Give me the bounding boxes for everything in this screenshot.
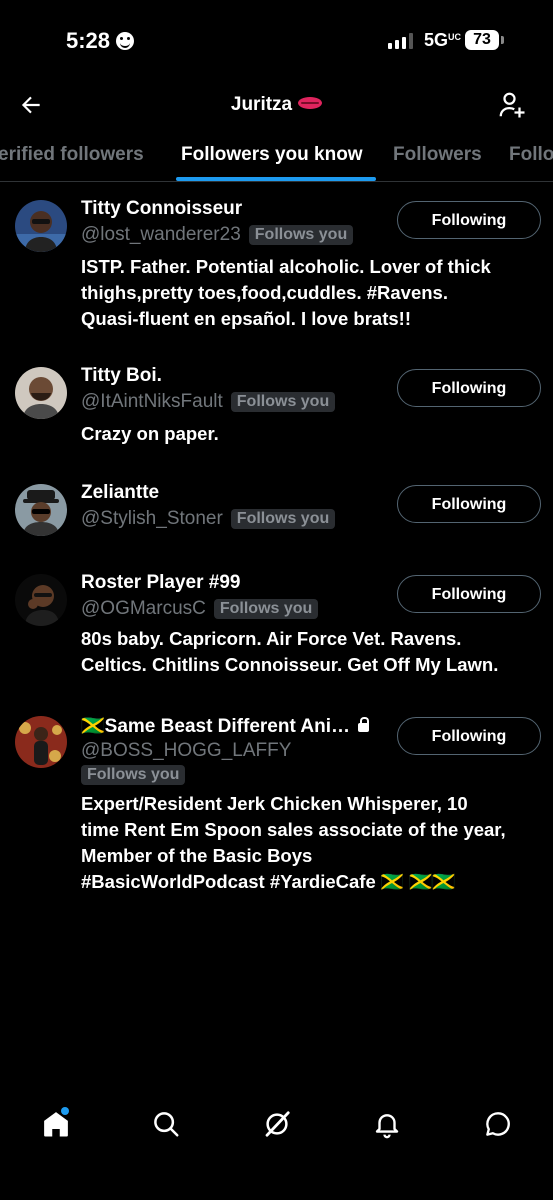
network-text: 5G xyxy=(424,30,449,50)
bio-line: Crazy on paper. xyxy=(81,423,219,444)
user-handle[interactable]: @ItAintNiksFault Follows you xyxy=(81,391,336,413)
user-name[interactable]: Titty Boi. xyxy=(81,365,162,387)
tab-following[interactable]: Follo xyxy=(509,144,553,166)
user-handle-text: @lost_wanderer23 xyxy=(81,224,241,245)
user-name[interactable]: Roster Player #99 xyxy=(81,572,241,594)
user-name-text: Same Beast Different Ani… xyxy=(104,716,350,737)
network-label: 5GUC xyxy=(424,30,461,51)
avatar[interactable] xyxy=(15,484,67,536)
user-handle[interactable]: @OGMarcusC Follows you xyxy=(81,598,319,620)
follows-you-badge: Follows you xyxy=(230,392,336,412)
following-button[interactable]: Following xyxy=(397,485,541,523)
add-user-icon[interactable] xyxy=(497,90,527,120)
status-time: 5:28 xyxy=(66,28,135,54)
following-button[interactable]: Following xyxy=(397,575,541,613)
status-bar: 5:28 5GUC 73 xyxy=(0,0,553,80)
chat-bubble-icon[interactable] xyxy=(483,1109,513,1139)
bio-line: Expert/Resident Jerk Chicken Whisperer, … xyxy=(81,793,468,814)
tab-followers[interactable]: Followers xyxy=(393,144,482,166)
grok-icon[interactable] xyxy=(262,1109,292,1139)
bell-icon[interactable] xyxy=(372,1109,402,1139)
bio-line: Celtics. Chitlins Connoisseur. Get Off M… xyxy=(81,654,499,675)
user-name[interactable]: Titty Connoisseur xyxy=(81,198,242,220)
bio-line: thighs,pretty toes,food,cuddles. #Ravens… xyxy=(81,282,448,303)
bio-line: Member of the Basic Boys xyxy=(81,845,313,866)
avatar[interactable] xyxy=(15,716,67,768)
user-handle-text: @OGMarcusC xyxy=(81,598,206,619)
tab-followers-you-know[interactable]: Followers you know xyxy=(181,144,363,166)
bio-line: Quasi-fluent en epsañol. I love brats!! xyxy=(81,308,411,329)
avatar[interactable] xyxy=(15,574,67,626)
user-bio: Crazy on paper. xyxy=(81,421,539,447)
screen: 5:28 5GUC 73 Juritza erified followers F… xyxy=(0,0,553,1200)
home-notification-dot xyxy=(61,1107,69,1115)
user-bio: Expert/Resident Jerk Chicken Whisperer, … xyxy=(81,791,539,895)
bottom-nav xyxy=(0,1095,553,1155)
tab-bar: erified followers Followers you know Fol… xyxy=(0,130,553,182)
following-button[interactable]: Following xyxy=(397,717,541,755)
lock-icon xyxy=(357,717,369,732)
user-handle[interactable]: @Stylish_Stoner Follows you xyxy=(81,508,336,530)
signal-icon xyxy=(388,33,413,49)
lips-icon xyxy=(298,97,323,109)
bio-line: ISTP. Father. Potential alcoholic. Lover… xyxy=(81,256,491,277)
follows-you-badge: Follows you xyxy=(213,599,319,619)
user-name[interactable]: 🇯🇲Same Beast Different Ani… xyxy=(81,714,369,738)
user-handle-text: @ItAintNiksFault xyxy=(81,391,223,412)
follows-you-badge: Follows you xyxy=(230,509,336,529)
user-name[interactable]: Zeliantte xyxy=(81,482,159,504)
search-icon[interactable] xyxy=(151,1109,181,1139)
follows-you-row: Follows you xyxy=(81,764,186,786)
smiley-icon xyxy=(116,32,135,50)
tab-verified-followers[interactable]: erified followers xyxy=(0,144,144,166)
follows-you-badge: Follows you xyxy=(81,765,186,785)
page-title-text: Juritza xyxy=(230,94,293,115)
bio-line: 80s baby. Capricorn. Air Force Vet. Rave… xyxy=(81,628,462,649)
user-bio: 80s baby. Capricorn. Air Force Vet. Rave… xyxy=(81,626,539,678)
jamaica-flag-icon: 🇯🇲 xyxy=(81,716,105,737)
network-sup: UC xyxy=(448,32,462,42)
tab-indicator xyxy=(176,177,376,181)
header: Juritza xyxy=(0,80,553,130)
avatar[interactable] xyxy=(15,367,67,419)
follows-you-badge: Follows you xyxy=(248,225,354,245)
avatar[interactable] xyxy=(15,200,67,252)
following-button[interactable]: Following xyxy=(397,369,541,407)
status-time-text: 5:28 xyxy=(66,28,111,53)
bio-line: #BasicWorldPodcast #YardieCafe 🇯🇲 🇯🇲🇯🇲 xyxy=(81,871,456,892)
battery-icon: 73 xyxy=(465,30,504,50)
bio-line: time Rent Em Spoon sales associate of th… xyxy=(81,819,506,840)
user-handle[interactable]: @BOSS_HOGG_LAFFY xyxy=(81,740,291,762)
following-button[interactable]: Following xyxy=(397,201,541,239)
user-handle-text: @Stylish_Stoner xyxy=(81,508,223,529)
page-title: Juritza xyxy=(0,94,553,116)
user-bio: ISTP. Father. Potential alcoholic. Lover… xyxy=(81,254,539,332)
user-handle[interactable]: @lost_wanderer23 Follows you xyxy=(81,224,354,246)
